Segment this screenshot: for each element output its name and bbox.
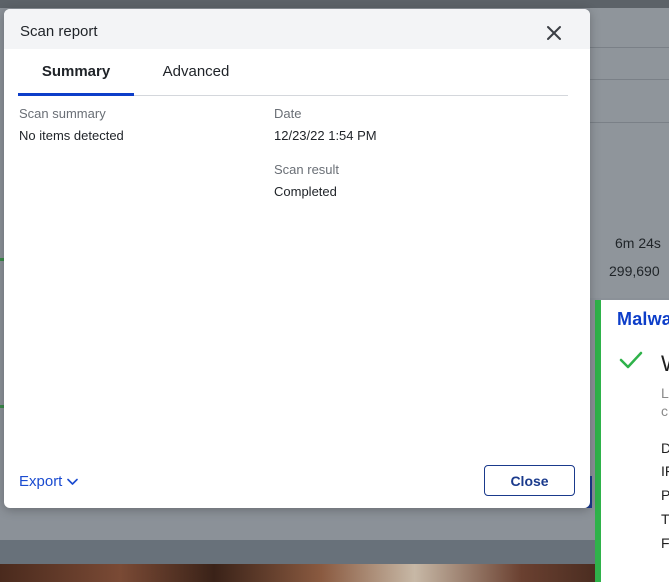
background-side-panel [590,8,669,298]
toast-detail: T [661,511,669,527]
toast-brand-logo: Malwa [617,309,669,329]
toast-detail: F [661,535,669,551]
background-items-scanned: 299,690 [609,263,660,279]
toast-heading: W [661,351,669,377]
scan-summary-label: Scan summary [19,106,106,121]
background-top-strip [0,0,669,8]
report-tabs: Summary Advanced [18,49,568,96]
checkmark-icon [619,351,643,369]
scan-result-label: Scan result [274,162,340,177]
tab-summary[interactable]: Summary [18,49,134,96]
dialog-title: Scan report [20,23,98,40]
scan-complete-toast[interactable]: Malwa W L c D IF P T F [595,300,669,582]
background-divider [590,79,669,80]
background-divider [590,47,669,48]
toast-accent-bar [595,300,601,582]
background-bottom-bar [0,540,669,564]
background-scan-duration: 6m 24s [615,235,661,251]
date-label: Date [274,106,302,121]
dialog-header: Scan report [4,9,590,49]
background-photo [0,564,669,582]
toast-detail: P [661,487,669,503]
toast-detail: IF [661,463,669,479]
toast-detail: D [661,440,669,456]
export-label: Export [19,473,63,490]
date-value: 12/23/22 1:54 PM [274,128,377,143]
export-dropdown[interactable]: Export [19,473,79,490]
background-divider [590,122,669,123]
scan-result-value: Completed [274,184,337,199]
tab-advanced[interactable]: Advanced [156,49,236,95]
scan-summary-value: No items detected [19,128,124,143]
close-icon[interactable] [542,21,566,45]
chevron-down-icon [67,478,79,485]
scan-report-dialog: Scan report Summary Advanced Scan summar… [4,9,590,508]
toast-subtext: c [661,403,668,419]
toast-subtext: L [661,385,669,401]
close-button[interactable]: Close [484,465,575,496]
